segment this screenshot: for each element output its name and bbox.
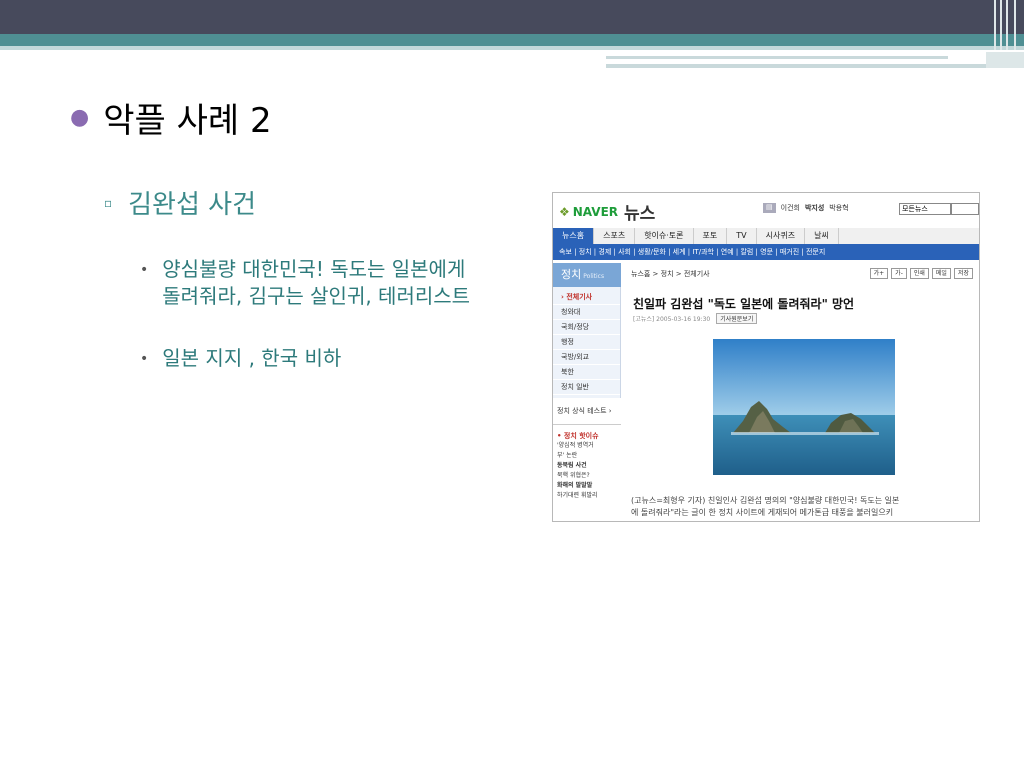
naver-logo: ❖ NAVER 뉴스: [559, 199, 655, 224]
slide-title: ● 악플 사례 2: [70, 93, 272, 142]
breadcrumb: 뉴스홈 > 정치 > 전체기사: [631, 270, 710, 278]
sidebar-item[interactable]: 북한: [553, 365, 620, 380]
article-meta: [고뉴스] 2005-03-16 19:30 기사원문보기: [633, 313, 758, 324]
dokdo-photo: [713, 339, 895, 475]
bullet-line: 돌려줘라, 김구는 살인귀, 테러리스트: [162, 284, 471, 308]
sidebar-item[interactable]: 청와대: [553, 305, 620, 320]
tab-weather[interactable]: 날씨: [805, 228, 839, 244]
subtitle: ▫ 김완섭 사건: [104, 184, 256, 221]
sidebar-item[interactable]: 국회/정당: [553, 320, 620, 335]
tab-bar: 뉴스홈 스포츠 핫이슈·토론 포토 TV 시사퀴즈 날씨: [553, 228, 979, 244]
font-up-button[interactable]: 가+: [869, 268, 889, 279]
tag-badge: ▤: [763, 203, 776, 213]
sidebar: 정치 Politics › 전체기사 청와대 국회/정당 행정 국방/외교 북한 …: [553, 263, 621, 521]
subtitle-text: 김완섭 사건: [128, 190, 257, 220]
tab-tv[interactable]: TV: [727, 228, 757, 244]
body-line: 에 돌려줘라"라는 글이 한 정치 사이트에 게재되어 메가톤급 태풍을 불러일…: [631, 508, 894, 517]
sidebar-item[interactable]: 국방/외교: [553, 350, 620, 365]
sidebar-item-all[interactable]: › 전체기사: [553, 290, 620, 305]
square-bullet-icon: ▫: [104, 195, 113, 210]
politics-test-link[interactable]: 정치 상식 테스트 ›: [553, 398, 621, 425]
news-select[interactable]: 모든뉴스: [899, 203, 951, 215]
article-area: 뉴스홈 > 정치 > 전체기사 가+ 가- 인쇄 메일 저장 친일파 김완섭 "…: [625, 263, 979, 521]
hot-issue-title: • 정치 핫이슈: [557, 432, 599, 440]
teal-thin-band: [0, 46, 1024, 50]
leaf-icon: ❖: [559, 204, 570, 219]
small-bullet-icon: •: [140, 262, 149, 278]
header-decoration: [606, 52, 1024, 70]
news-screenshot: ❖ NAVER 뉴스 ▤ 이건희 박지성 박용혁 모든뉴스 뉴스홈 스포츠 핫이…: [552, 192, 980, 522]
tab-hot-issue[interactable]: 핫이슈·토론: [635, 228, 694, 244]
body-line: (고뉴스=최형우 기자) 친일인사 김완섭 명의의 "양심불량 대한민국! 독도…: [631, 496, 900, 505]
article-headline: 친일파 김완섭 "독도 일본에 돌려줘라" 망언: [633, 297, 855, 311]
bullet-dot-icon: ●: [70, 105, 90, 130]
hot-item[interactable]: 하기대련 휘발리: [557, 491, 617, 501]
top-link[interactable]: 박지성: [805, 203, 824, 213]
top-banner: [0, 0, 1024, 34]
font-down-button[interactable]: 가-: [891, 268, 907, 279]
top-link[interactable]: 박용혁: [829, 203, 848, 213]
article-date: [고뉴스] 2005-03-16 19:30: [633, 316, 711, 323]
hot-item[interactable]: 화해의 말말말: [557, 481, 617, 491]
hot-issue-box: • 정치 핫이슈 '양심적 병역거 부' 논란 동북림 사건 북핵 위협은? 화…: [553, 429, 621, 503]
top-links: ▤ 이건희 박지성 박용혁: [763, 203, 849, 213]
sidebar-item[interactable]: 정치 일반: [553, 380, 620, 395]
tab-photo[interactable]: 포토: [694, 228, 728, 244]
corner-decoration: [990, 0, 1024, 50]
small-bullet-icon: •: [140, 351, 149, 367]
hot-item[interactable]: 부' 논란: [557, 451, 617, 461]
sidebar-list: › 전체기사 청와대 국회/정당 행정 국방/외교 북한 정치 일반: [553, 287, 621, 398]
logo-text: NAVER: [572, 204, 619, 219]
naver-header: ❖ NAVER 뉴스 ▤ 이건희 박지성 박용혁 모든뉴스: [553, 193, 979, 227]
news-title: 뉴스: [624, 204, 656, 224]
search-input[interactable]: [951, 203, 979, 215]
bullet-line: 일본 지지 , 한국 비하: [162, 346, 342, 370]
tab-sports[interactable]: 스포츠: [594, 228, 636, 244]
slide-title-text: 악플 사례 2: [103, 101, 272, 141]
mail-button[interactable]: 메일: [931, 268, 951, 279]
save-button[interactable]: 저장: [953, 268, 973, 279]
category-nav[interactable]: 속보 | 정치 | 경제 | 사회 | 생활/문화 | 세계 | IT/과학 |…: [553, 244, 979, 260]
sidebar-category: 정치 Politics: [553, 263, 621, 287]
article-body: (고뉴스=최형우 기자) 친일인사 김완섭 명의의 "양심불량 대한민국! 독도…: [631, 495, 977, 519]
hot-item[interactable]: 북핵 위협은?: [557, 471, 617, 481]
teal-band: [0, 34, 1024, 46]
original-article-button[interactable]: 기사원문보기: [716, 313, 758, 324]
hot-item[interactable]: 동북림 사건: [557, 461, 617, 471]
print-button[interactable]: 인쇄: [909, 268, 929, 279]
hot-item[interactable]: '양심적 병역거: [557, 441, 617, 451]
sidebar-item[interactable]: 행정: [553, 335, 620, 350]
tab-news-home[interactable]: 뉴스홈: [553, 228, 595, 244]
tab-quiz[interactable]: 시사퀴즈: [757, 228, 806, 244]
top-link[interactable]: 이건희: [781, 203, 800, 213]
article-tools: 가+ 가- 인쇄 메일 저장: [869, 268, 973, 279]
bullet-item: • 양심불량 대한민국! 독도는 일본에게 돌려줘라, 김구는 살인귀, 테러리…: [140, 256, 470, 310]
bullet-line: 양심불량 대한민국! 독도는 일본에게: [162, 257, 466, 281]
bullet-item: • 일본 지지 , 한국 비하: [140, 345, 341, 373]
